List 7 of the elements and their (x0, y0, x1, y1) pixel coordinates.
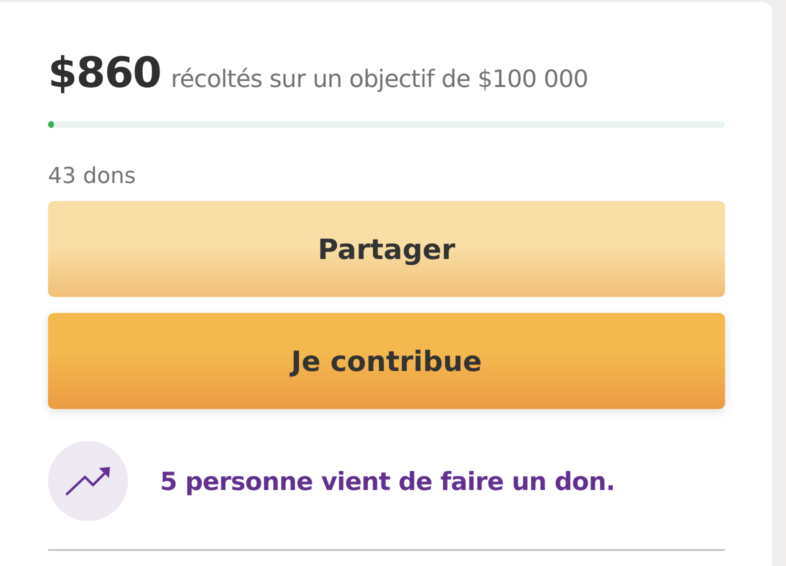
share-button[interactable]: Partager (48, 201, 725, 297)
trending-up-icon (65, 466, 111, 496)
contribute-button[interactable]: Je contribue (48, 313, 725, 409)
activity-message: 5 personne vient de faire un don. (160, 466, 615, 496)
raised-amount: $860 (48, 48, 161, 97)
goal-text: récoltés sur un objectif de $100 000 (170, 65, 588, 93)
donations-count: 43 dons (48, 164, 137, 189)
